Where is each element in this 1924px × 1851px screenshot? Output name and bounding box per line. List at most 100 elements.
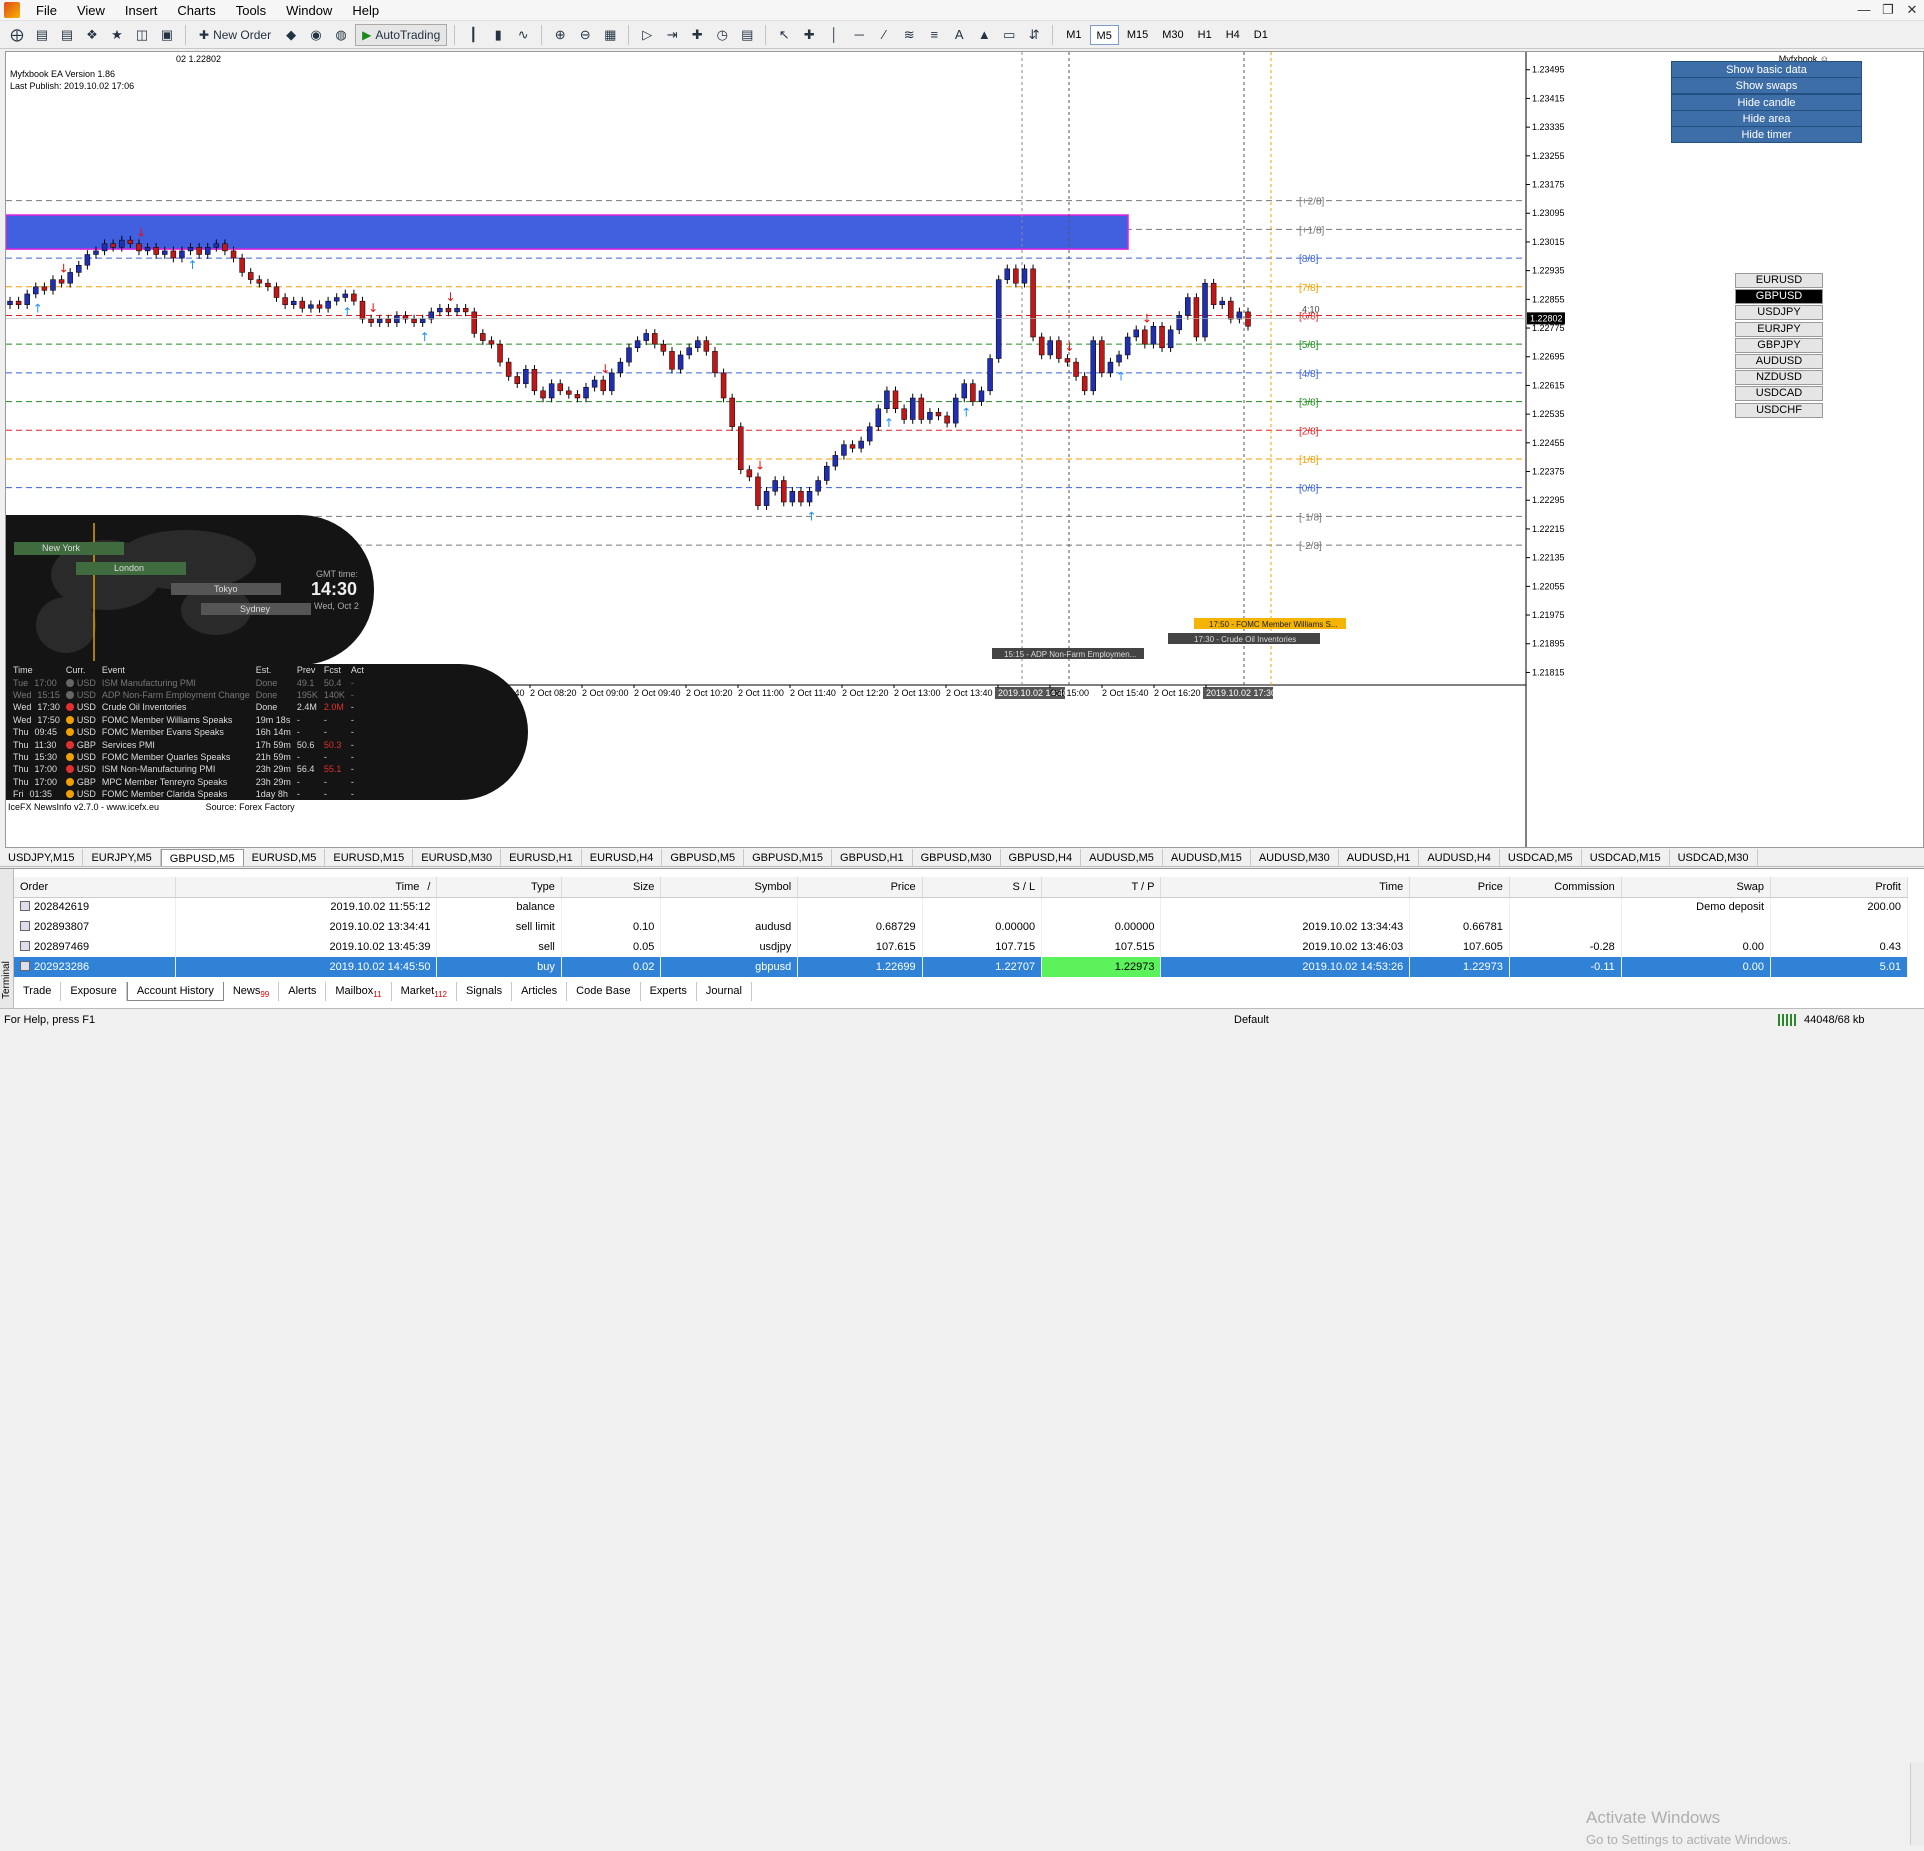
news-row[interactable]: Thu 15:30 USD FOMC Member Quarles Speaks 21h… [10,751,367,763]
symbol-button-nzdusd[interactable]: NZDUSD [1735,370,1823,386]
panel-button-4[interactable]: Hide timer [1671,126,1862,144]
chart-tab-eurusd-m30[interactable]: EURUSD,M30 [413,849,502,866]
trendline-icon[interactable]: ∕ [873,24,895,46]
templates-icon[interactable]: ▤ [736,24,758,46]
channel-icon[interactable]: ≋ [898,24,920,46]
autotrading-button[interactable]: ▶ AutoTrading [355,23,448,46]
terminal-scrollbar[interactable] [1910,1763,1924,1845]
panel-button-1[interactable]: Show swaps [1671,77,1862,95]
chart-tab-gbpusd-h1[interactable]: GBPUSD,H1 [832,849,913,866]
new-chart-icon[interactable]: ⨁ [6,24,28,46]
navigator-icon[interactable]: ★ [106,24,128,46]
history-row[interactable]: 202897469 2019.10.02 13:45:39 sell 0.05 usdj… [14,937,1908,957]
symbol-button-usdjpy[interactable]: USDJPY [1735,305,1823,321]
symbol-button-usdcad[interactable]: USDCAD [1735,386,1823,402]
grid-header-4[interactable]: Symbol [660,877,799,898]
vertical-line-icon[interactable]: │ [823,24,845,46]
signals-icon[interactable]: ◉ [305,24,327,46]
tile-windows-icon[interactable]: ▦ [599,24,621,46]
bar-chart-icon[interactable]: ┃ [462,24,484,46]
terminal-tab-exposure[interactable]: Exposure [61,982,127,1001]
chart-tab-eurusd-h4[interactable]: EURUSD,H4 [582,849,663,866]
terminal-tab-mailbox[interactable]: Mailbox11 [326,982,392,1001]
cursor-icon[interactable]: ↖ [773,24,795,46]
panel-button-2[interactable]: Hide candle [1671,93,1862,111]
candle-chart-icon[interactable]: ▮ [487,24,509,46]
menu-file[interactable]: File [26,0,67,21]
minimize-icon[interactable]: — [1852,2,1876,17]
auto-scroll-icon[interactable]: ▷ [636,24,658,46]
terminal-tab-alerts[interactable]: Alerts [279,982,327,1001]
text-icon[interactable]: A [948,24,970,46]
chart-tab-gbpusd-m30[interactable]: GBPUSD,M30 [913,849,1001,866]
chart-tab-audusd-m15[interactable]: AUDUSD,M15 [1163,849,1251,866]
news-row[interactable]: Fri 01:35 USD FOMC Member Clarida Speaks 1da… [10,788,367,800]
grid-header-5[interactable]: Price [797,877,923,898]
symbol-button-audusd[interactable]: AUDUSD [1735,354,1823,369]
menu-insert[interactable]: Insert [115,0,168,21]
news-row[interactable]: Wed 17:50 USD FOMC Member Williams Speaks 19… [10,714,367,726]
horizontal-line-icon[interactable]: ─ [848,24,870,46]
chart-tab-usdcad-m5[interactable]: USDCAD,M5 [1500,849,1582,866]
terminal-tab-experts[interactable]: Experts [641,982,697,1001]
chart-tab-gbpusd-h4[interactable]: GBPUSD,H4 [1001,849,1082,866]
symbol-button-eurjpy[interactable]: EURJPY [1735,321,1823,337]
timeframe-m1[interactable]: M1 [1060,25,1087,45]
grid-header-0[interactable]: Order [14,877,177,898]
chart-tab-usdcad-m30[interactable]: USDCAD,M30 [1670,849,1758,866]
menu-charts[interactable]: Charts [167,0,225,21]
vps-icon[interactable]: ◍ [330,24,352,46]
fibonacci-icon[interactable]: ≡ [923,24,945,46]
new-order-button[interactable]: ✚ New Order [193,24,277,46]
symbol-button-usdchf[interactable]: USDCHF [1735,402,1823,418]
menu-help[interactable]: Help [342,0,389,21]
terminal-tab-trade[interactable]: Trade [14,982,62,1001]
terminal-tab-articles[interactable]: Articles [512,982,568,1001]
profiles-icon[interactable]: ▤ [31,24,53,46]
grid-header-2[interactable]: Type [436,877,562,898]
chart-tab-gbpusd-m5[interactable]: GBPUSD,M5 [662,849,745,866]
grid-header-11[interactable]: Swap [1621,877,1772,898]
panel-button-0[interactable]: Show basic data [1671,61,1862,78]
zoom-in-icon[interactable]: ⊕ [549,24,571,46]
news-row[interactable]: Wed 15:15 USD ADP Non-Farm Employment Chang… [10,689,367,701]
close-icon[interactable]: ✕ [1900,2,1924,18]
timeframe-m30[interactable]: M30 [1156,25,1189,45]
chart-tab-eurusd-m15[interactable]: EURUSD,M15 [325,849,414,866]
menu-tools[interactable]: Tools [226,0,276,21]
chart-tab-eurjpy-m5[interactable]: EURJPY,M5 [83,849,161,866]
tester-icon[interactable]: ▣ [156,24,178,46]
metaeditor-icon[interactable]: ◆ [280,24,302,46]
news-row[interactable]: Tue 17:00 USD ISM Manufacturing PMI Done 49.1… [10,676,367,688]
chart-tab-usdjpy-m15[interactable]: USDJPY,M15 [0,849,84,866]
chart-window[interactable]: 1.23495 1.23415 1.23335 1.23255 1.23175 1.230… [5,51,1924,848]
symbol-button-gbpjpy[interactable]: GBPJPY [1735,337,1823,353]
terminal-tab-account-history[interactable]: Account History [126,982,224,1001]
grid-header-7[interactable]: T / P [1041,877,1162,898]
grid-header-10[interactable]: Commission [1509,877,1622,898]
chart-tab-audusd-m30[interactable]: AUDUSD,M30 [1251,849,1339,866]
zoom-out-icon[interactable]: ⊖ [574,24,596,46]
data-window-icon[interactable]: ❖ [81,24,103,46]
timeframe-h1[interactable]: H1 [1192,25,1218,45]
timeframe-h4[interactable]: H4 [1220,25,1246,45]
terminal-tab-news[interactable]: News99 [224,982,280,1001]
restore-icon[interactable]: ❐ [1876,2,1900,18]
arrows-icon[interactable]: ⇵ [1023,24,1045,46]
chart-shift-icon[interactable]: ⇥ [661,24,683,46]
timeframe-d1[interactable]: D1 [1248,25,1274,45]
chart-tab-audusd-h1[interactable]: AUDUSD,H1 [1339,849,1420,866]
chart-tab-audusd-m5[interactable]: AUDUSD,M5 [1081,849,1163,866]
symbol-button-eurusd[interactable]: EURUSD [1735,273,1823,288]
history-row[interactable]: 202842619 2019.10.02 11:55:12 balance Demo … [14,897,1908,917]
menu-window[interactable]: Window [276,0,342,21]
grid-header-8[interactable]: Time [1160,877,1411,898]
news-row[interactable]: Thu 17:00 GBP MPC Member Tenreyro Speaks 23h… [10,776,367,788]
label-icon[interactable]: ▲ [973,24,995,46]
terminal-icon[interactable]: ◫ [131,24,153,46]
panel-button-3[interactable]: Hide area [1671,109,1862,127]
grid-header-6[interactable]: S / L [922,877,1043,898]
terminal-tab-market[interactable]: Market112 [392,982,457,1001]
history-row[interactable]: 202893807 2019.10.02 13:34:41 sell limit 0.… [14,917,1908,937]
grid-header-9[interactable]: Price [1409,877,1510,898]
